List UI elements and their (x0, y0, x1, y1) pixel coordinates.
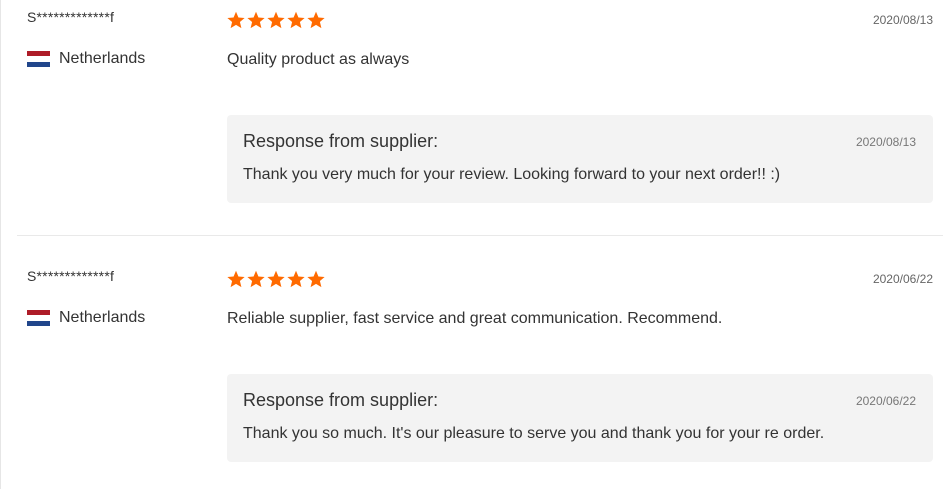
review-comment: Reliable supplier, fast service and grea… (227, 310, 723, 327)
star-icon (266, 11, 286, 29)
response-title: Response from supplier: (243, 390, 439, 410)
response-text: Thank you very much for your review. Loo… (243, 166, 781, 183)
star-icon (286, 270, 306, 288)
star-icon (306, 11, 326, 29)
rating-stars (226, 270, 326, 288)
review-divider (17, 235, 943, 236)
reviewer-country: Netherlands (27, 309, 145, 327)
response-text: Thank you so much. It's our pleasure to … (243, 425, 825, 442)
reviewer-name: S*************f (27, 9, 115, 25)
supplier-response: Response from supplier: 2020/06/22 Thank… (227, 374, 933, 462)
star-icon (306, 270, 326, 288)
response-date: 2020/08/13 (855, 135, 916, 149)
star-icon (226, 11, 246, 29)
supplier-response: Response from supplier: 2020/08/13 Thank… (227, 115, 933, 203)
star-icon (246, 11, 266, 29)
netherlands-flag-icon (27, 51, 50, 67)
review-date: 2020/08/13 (872, 13, 933, 27)
star-icon (226, 270, 246, 288)
star-icon (266, 270, 286, 288)
review-comment: Quality product as always (227, 51, 410, 68)
response-date: 2020/06/22 (855, 394, 916, 408)
star-icon (286, 11, 306, 29)
country-label: Netherlands (59, 50, 146, 67)
rating-stars (226, 11, 326, 29)
review-date: 2020/06/22 (872, 272, 933, 286)
reviewer-name: S*************f (27, 268, 115, 284)
response-title: Response from supplier: (243, 131, 439, 151)
country-label: Netherlands (59, 309, 146, 326)
star-icon (246, 270, 266, 288)
netherlands-flag-icon (27, 310, 50, 326)
left-border (0, 0, 1, 489)
reviewer-country: Netherlands (27, 50, 145, 68)
